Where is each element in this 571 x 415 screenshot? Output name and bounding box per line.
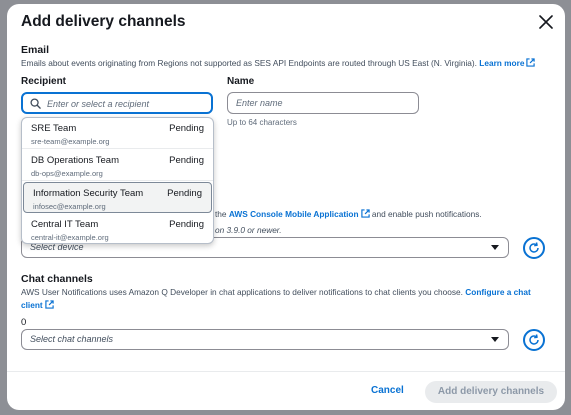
mobile-description: the AWS Console Mobile Application and e… [215, 209, 482, 219]
caret-down-icon [491, 245, 499, 250]
recipient-option[interactable]: SRE Team Pending sre-team@example.org [22, 118, 213, 149]
search-icon [30, 98, 41, 109]
add-delivery-channels-modal: Add delivery channels Email Emails about… [7, 4, 565, 410]
external-link-icon [44, 300, 54, 309]
external-link-icon [360, 209, 370, 218]
external-link-icon [526, 58, 536, 67]
mobile-version-text: on 3.9.0 or newer. [215, 225, 282, 235]
modal-title: Add delivery channels [21, 13, 186, 30]
chat-select-placeholder: Select chat channels [30, 334, 114, 344]
recipient-option[interactable]: DB Operations Team Pending db-ops@exampl… [22, 150, 213, 181]
name-hint: Up to 64 characters [227, 118, 297, 127]
refresh-icon [529, 334, 539, 345]
caret-down-icon [491, 337, 499, 342]
console-mobile-app-link[interactable]: AWS Console Mobile Application [229, 209, 370, 219]
footer-divider [7, 371, 565, 372]
chat-channel-count: 0 [21, 317, 27, 328]
recipient-email: db-ops@example.org [31, 169, 103, 178]
recipient-option[interactable]: Central IT Team Pending central-it@examp… [22, 214, 213, 243]
recipient-email: infosec@example.org [33, 202, 106, 211]
recipient-email: sre-team@example.org [31, 137, 110, 146]
refresh-icon [529, 242, 539, 253]
close-button[interactable] [537, 13, 555, 31]
chat-channels-select[interactable]: Select chat channels [21, 329, 509, 350]
recipient-label: Recipient [21, 76, 67, 87]
refresh-chat-button[interactable] [523, 329, 545, 351]
name-input[interactable] [227, 92, 419, 114]
name-label: Name [227, 76, 255, 87]
add-delivery-channels-button[interactable]: Add delivery channels [425, 381, 557, 403]
cancel-button[interactable]: Cancel [371, 385, 404, 396]
recipient-name: Information Security Team [33, 188, 144, 199]
recipient-name: DB Operations Team [31, 155, 120, 166]
refresh-devices-button[interactable] [523, 237, 545, 259]
close-icon [539, 15, 553, 29]
recipient-status: Pending [169, 155, 204, 166]
recipient-search-input[interactable] [47, 96, 207, 111]
learn-more-link[interactable]: Learn more [479, 58, 536, 68]
recipient-dropdown: SRE Team Pending sre-team@example.org DB… [21, 117, 214, 244]
recipient-status: Pending [169, 219, 204, 230]
recipient-status: Pending [169, 123, 204, 134]
recipient-email: central-it@example.org [31, 233, 109, 242]
chat-description: AWS User Notifications uses Amazon Q Dev… [21, 287, 531, 310]
recipient-name: SRE Team [31, 123, 77, 134]
recipient-option[interactable]: Information Security Team Pending infose… [23, 182, 212, 213]
recipient-status: Pending [167, 188, 202, 199]
chat-channels-heading: Chat channels [21, 273, 93, 285]
email-description-text: Emails about events originating from Reg… [21, 58, 477, 68]
recipient-name: Central IT Team [31, 219, 99, 230]
email-description: Emails about events originating from Reg… [21, 57, 536, 70]
email-heading: Email [21, 44, 50, 56]
recipient-search-box[interactable] [21, 92, 213, 114]
